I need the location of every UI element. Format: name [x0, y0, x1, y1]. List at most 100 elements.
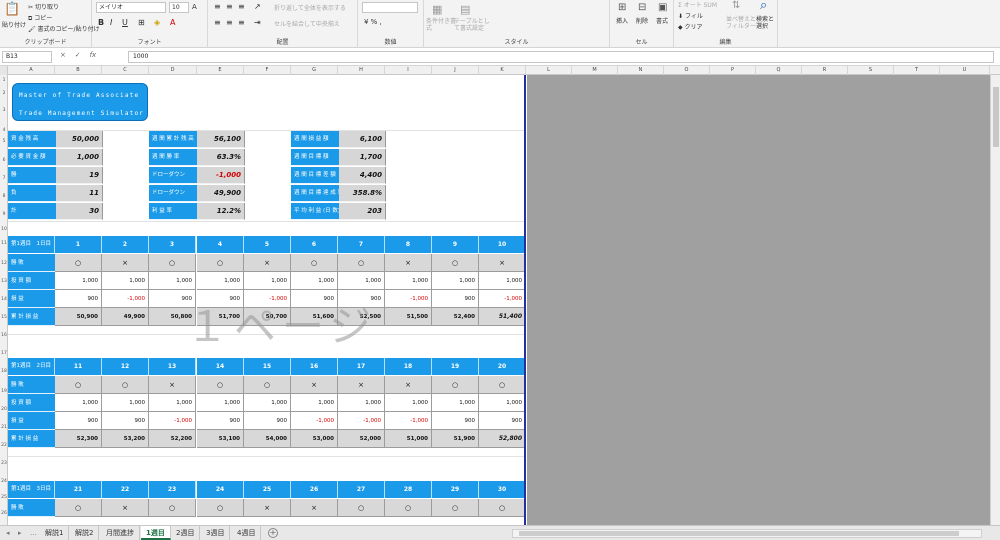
summary-value[interactable]: 49,900	[197, 185, 245, 202]
cell-pnl[interactable]: -1,000	[338, 412, 385, 430]
cell-pnl[interactable]: 900	[479, 412, 524, 430]
cell-funds[interactable]: 1,000	[385, 272, 432, 290]
more-sheets-icon[interactable]: …	[30, 529, 37, 537]
cell-funds[interactable]: 1,000	[291, 394, 338, 412]
formula-input[interactable]: 1000	[128, 51, 994, 63]
summary-value[interactable]: 6,100	[339, 131, 386, 148]
column-header[interactable]: R	[802, 66, 848, 75]
font-size-select[interactable]: 10	[169, 2, 189, 13]
cell-result[interactable]: ○	[479, 499, 524, 517]
paste-icon[interactable]: 📋	[4, 2, 20, 17]
fill-button[interactable]: ⬇ フィル	[678, 11, 703, 20]
cell-pnl[interactable]: -1,000	[149, 412, 196, 430]
cell-pnl[interactable]: 900	[55, 412, 102, 430]
row-header[interactable]: 8	[0, 194, 8, 199]
row-header[interactable]: 22	[0, 443, 8, 448]
cell-pnl[interactable]: 900	[338, 290, 385, 308]
cell-pnl[interactable]: 900	[149, 290, 196, 308]
sheet-tab[interactable]: 解説1	[40, 526, 70, 540]
row-header[interactable]: 9	[0, 212, 8, 217]
cell-funds[interactable]: 1,000	[149, 394, 196, 412]
cell-funds[interactable]: 1,000	[244, 272, 291, 290]
cut-button[interactable]: ✂ 切り取り	[28, 2, 59, 11]
row-header[interactable]: 5	[0, 139, 8, 144]
cell-result[interactable]: ○	[149, 254, 196, 272]
row-header[interactable]: 25	[0, 495, 8, 500]
format-painter-button[interactable]: 🖌 書式のコピー/貼り付け	[28, 24, 100, 33]
row-header[interactable]: 19	[0, 389, 8, 394]
cell-result[interactable]: ○	[291, 254, 338, 272]
merge-center-button[interactable]: セルを結合して中央揃え	[274, 19, 340, 28]
cell-pnl[interactable]: -1,000	[385, 290, 432, 308]
cell-pnl[interactable]: -1,000	[291, 412, 338, 430]
cell-total[interactable]: 53,100	[197, 430, 244, 448]
prev-sheet-icon[interactable]: ◂	[6, 529, 10, 537]
row-header[interactable]: 3	[0, 108, 8, 113]
summary-value[interactable]: 11	[56, 185, 103, 202]
summary-value[interactable]: 12.2%	[197, 203, 245, 220]
cancel-icon[interactable]: ×	[60, 51, 66, 59]
cell-pnl[interactable]: 900	[197, 290, 244, 308]
cell-total[interactable]: 53,000	[291, 430, 338, 448]
clear-button[interactable]: ◆ クリア	[678, 22, 703, 31]
column-header[interactable]: S	[848, 66, 894, 75]
row-header[interactable]: 12	[0, 261, 8, 266]
cell-total[interactable]: 52,200	[149, 430, 196, 448]
column-header[interactable]: P	[710, 66, 756, 75]
cell-result[interactable]: ×	[338, 376, 385, 394]
sheet-tab[interactable]: 4週目	[232, 526, 262, 540]
cell-result[interactable]: ○	[55, 499, 102, 517]
sort-filter-button[interactable]: 並べ替えとフィルター	[726, 16, 756, 30]
cell-funds[interactable]: 1,000	[338, 394, 385, 412]
sheet-tab[interactable]: 3週目	[201, 526, 231, 540]
cell-funds[interactable]: 1,000	[432, 272, 479, 290]
paste-button[interactable]: 貼り付け	[2, 20, 26, 29]
cell-total[interactable]: 50,800	[149, 308, 196, 326]
cell-funds[interactable]: 1,000	[197, 394, 244, 412]
cell-funds[interactable]: 1,000	[338, 272, 385, 290]
cell-pnl[interactable]: 900	[55, 290, 102, 308]
cell-pnl[interactable]: 900	[432, 412, 479, 430]
row-header[interactable]: 23	[0, 461, 8, 466]
sheet-tab[interactable]: 1週目	[141, 526, 171, 540]
column-header[interactable]: I	[385, 66, 432, 75]
row-header[interactable]: 10	[0, 227, 8, 232]
cell-funds[interactable]: 1,000	[55, 272, 102, 290]
column-header[interactable]: C	[102, 66, 149, 75]
cell-result[interactable]: ×	[102, 499, 149, 517]
summary-value[interactable]: -1,000	[197, 167, 245, 184]
next-sheet-icon[interactable]: ▸	[18, 529, 22, 537]
orientation-icon[interactable]: ↗	[254, 2, 261, 11]
row-header[interactable]: 15	[0, 315, 8, 320]
cell-result[interactable]: ○	[479, 376, 524, 394]
format-button[interactable]: 書式	[656, 16, 668, 25]
column-header[interactable]: M	[572, 66, 618, 75]
insert-button[interactable]: 挿入	[616, 16, 628, 25]
add-sheet-icon[interactable]: +	[268, 528, 278, 538]
cell-result[interactable]: ×	[385, 376, 432, 394]
cell-result[interactable]: ×	[479, 254, 524, 272]
summary-value[interactable]: 30	[56, 203, 103, 220]
row-header[interactable]: 16	[0, 333, 8, 338]
cell-total[interactable]: 51,000	[385, 430, 432, 448]
cell-funds[interactable]: 1,000	[291, 272, 338, 290]
row-header[interactable]: 2	[0, 91, 8, 96]
cell-result[interactable]: ○	[197, 499, 244, 517]
cell-total[interactable]: 51,600	[291, 308, 338, 326]
cell-pnl[interactable]: 900	[291, 290, 338, 308]
summary-value[interactable]: 19	[56, 167, 103, 184]
cell-result[interactable]: ×	[244, 499, 291, 517]
cell-funds[interactable]: 1,000	[102, 272, 149, 290]
row-header[interactable]: 24	[0, 479, 8, 484]
cell-pnl[interactable]: -1,000	[244, 290, 291, 308]
column-header[interactable]: H	[338, 66, 385, 75]
scroll-thumb[interactable]	[519, 531, 959, 536]
scroll-thumb[interactable]	[993, 87, 999, 147]
number-format-select[interactable]	[362, 2, 418, 13]
column-header[interactable]: F	[244, 66, 291, 75]
cell-funds[interactable]: 1,000	[197, 272, 244, 290]
sheet-tab[interactable]: 月間進捗	[101, 526, 140, 540]
cell-total[interactable]: 52,800	[479, 430, 524, 448]
vertical-scrollbar[interactable]	[990, 75, 1000, 525]
column-header[interactable]: D	[149, 66, 197, 75]
